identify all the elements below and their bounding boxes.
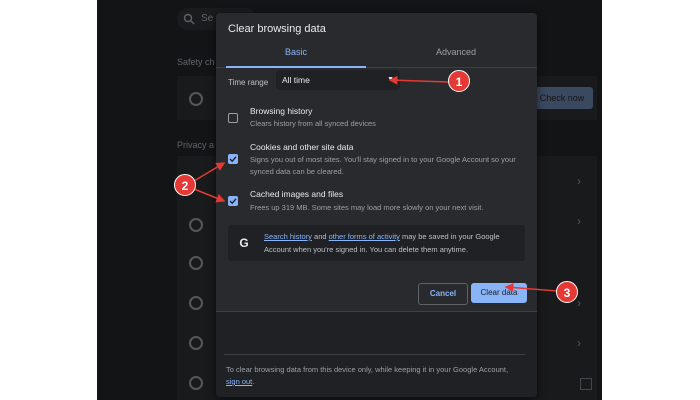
annotation-arrows [193,75,558,293]
arrow-2a [193,162,226,182]
arrow-1 [388,75,449,85]
arrow-3 [504,283,558,293]
step-badge-2: 2 [174,174,196,196]
step-badge-3: 3 [556,281,578,303]
step-badge-1: 1 [448,70,470,92]
arrow-2b [193,188,226,203]
